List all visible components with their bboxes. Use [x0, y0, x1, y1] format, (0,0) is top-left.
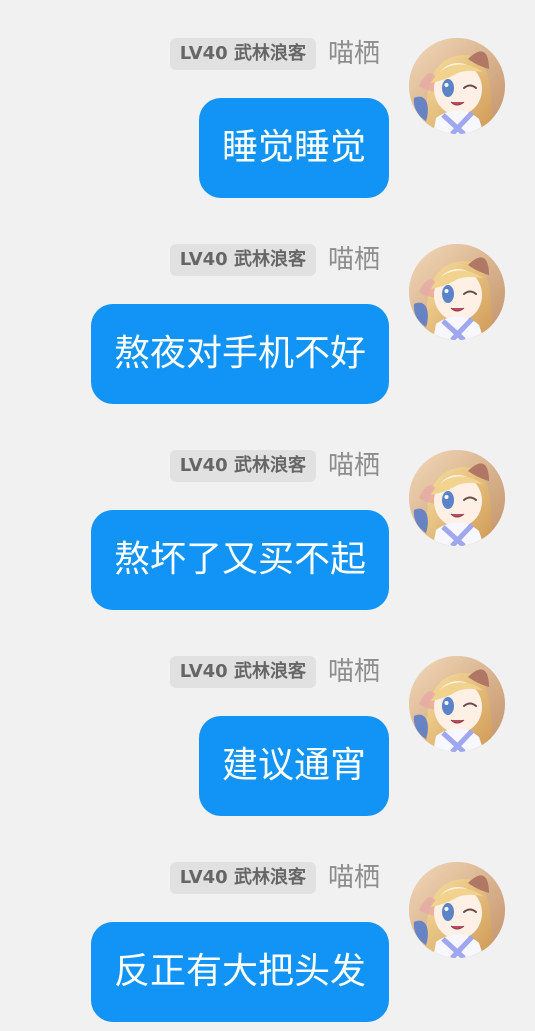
message-header: LV40 武林浪客 喵栖: [169, 38, 380, 70]
sender-name[interactable]: 喵栖: [328, 450, 380, 482]
message-row: LV40 武林浪客 喵栖 熬夜对手机不好: [0, 206, 535, 412]
message-row: LV40 武林浪客 喵栖 睡觉睡觉: [0, 0, 535, 206]
level-badge[interactable]: LV40 武林浪客: [169, 38, 316, 70]
message-bubble[interactable]: 反正有大把头发: [90, 922, 389, 1022]
message-bubble[interactable]: 睡觉睡觉: [198, 98, 389, 198]
sender-name[interactable]: 喵栖: [328, 656, 380, 688]
level-badge[interactable]: LV40 武林浪客: [169, 244, 316, 276]
message-row: LV40 武林浪客 喵栖 建议通宵: [0, 618, 535, 824]
level-badge[interactable]: LV40 武林浪客: [169, 862, 316, 894]
message-header: LV40 武林浪客 喵栖: [169, 862, 380, 894]
message-bubble[interactable]: 熬夜对手机不好: [90, 304, 389, 404]
anime-girl-avatar-icon[interactable]: [409, 862, 505, 958]
message-row: LV40 武林浪客 喵栖 反正有大把头发: [0, 824, 535, 1030]
message-header: LV40 武林浪客 喵栖: [169, 656, 380, 688]
message-bubble[interactable]: 熬坏了又买不起: [90, 510, 389, 610]
anime-girl-avatar-icon[interactable]: [409, 38, 505, 134]
sender-name[interactable]: 喵栖: [328, 38, 380, 70]
anime-girl-avatar-icon[interactable]: [409, 244, 505, 340]
anime-girl-avatar-icon[interactable]: [409, 656, 505, 752]
anime-girl-avatar-icon[interactable]: [409, 450, 505, 546]
level-badge[interactable]: LV40 武林浪客: [169, 450, 316, 482]
message-header: LV40 武林浪客 喵栖: [169, 450, 380, 482]
sender-name[interactable]: 喵栖: [328, 244, 380, 276]
message-header: LV40 武林浪客 喵栖: [169, 244, 380, 276]
sender-name[interactable]: 喵栖: [328, 862, 380, 894]
level-badge[interactable]: LV40 武林浪客: [169, 656, 316, 688]
message-row: LV40 武林浪客 喵栖 熬坏了又买不起: [0, 412, 535, 618]
message-bubble[interactable]: 建议通宵: [198, 716, 389, 816]
